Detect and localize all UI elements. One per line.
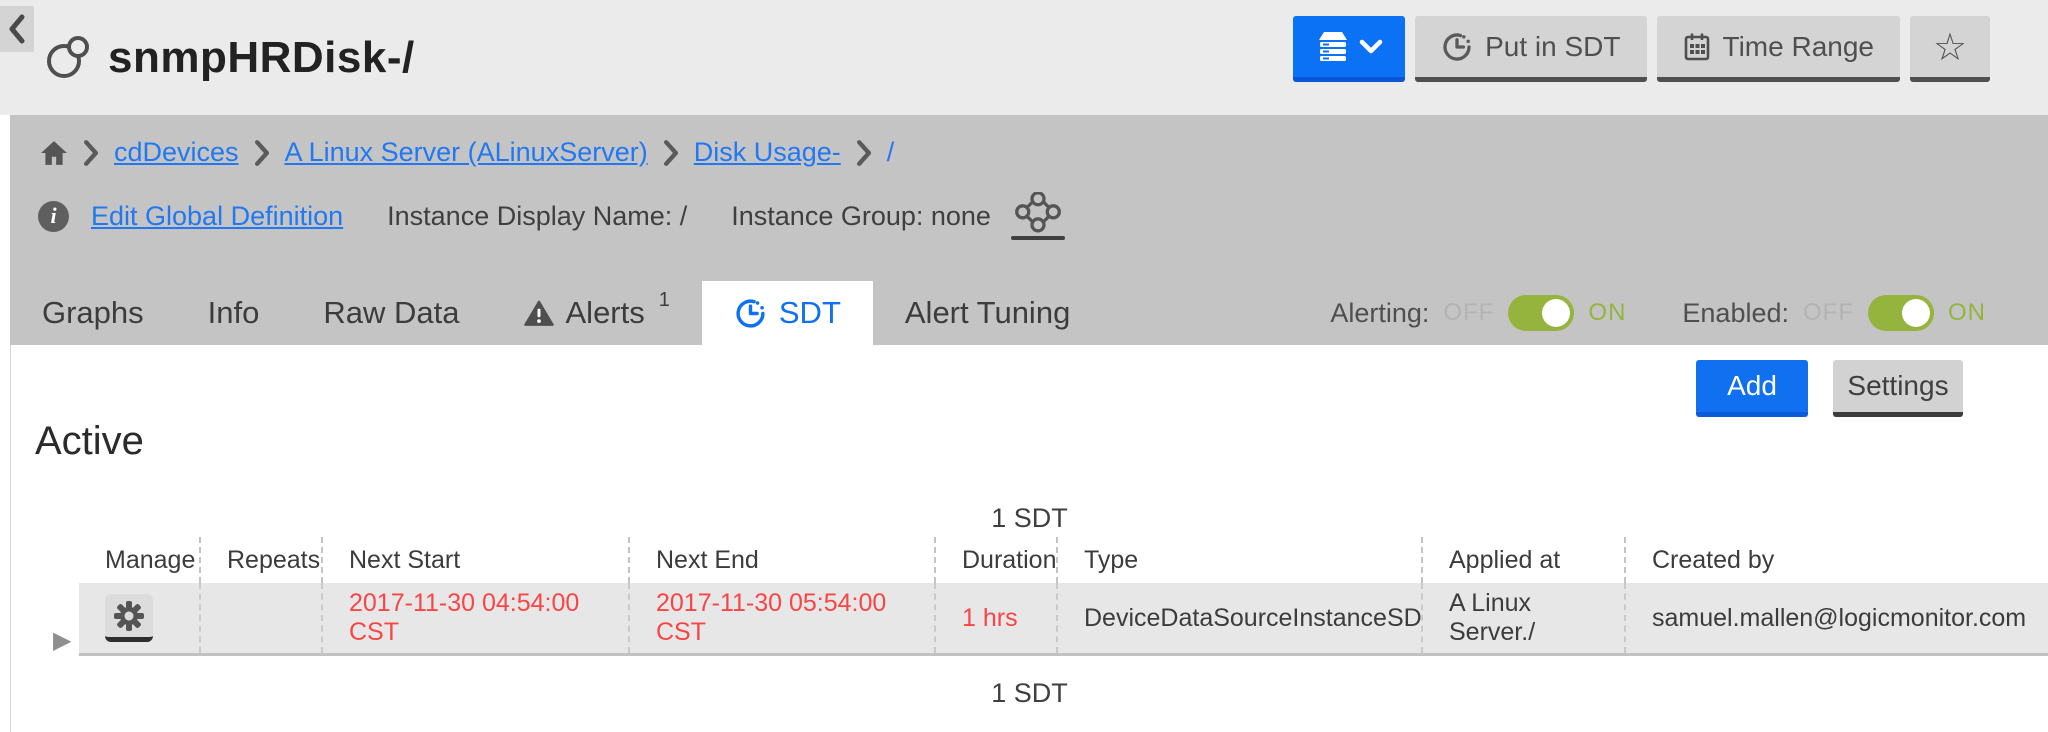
put-in-sdt-button[interactable]: Put in SDT	[1415, 16, 1646, 82]
cell-repeats	[199, 583, 321, 653]
chevron-right-icon	[84, 140, 98, 166]
tab-info[interactable]: Info	[176, 281, 292, 345]
star-icon: ☆	[1933, 28, 1967, 66]
enabled-toggle[interactable]	[1868, 295, 1934, 331]
col-header-repeats: Repeats	[199, 537, 321, 583]
active-section-heading: Active	[35, 419, 144, 464]
col-header-applied-at: Applied at	[1421, 537, 1624, 583]
alerting-toggle-group: Alerting: OFF ON	[1330, 295, 1626, 331]
enabled-toggle-group: Enabled: OFF ON	[1682, 295, 1986, 331]
tab-raw-data[interactable]: Raw Data	[291, 281, 491, 345]
page-title: snmpHRDisk-/	[108, 33, 415, 83]
edit-global-definition-link[interactable]: Edit Global Definition	[91, 201, 343, 232]
enabled-off-text: OFF	[1803, 299, 1854, 327]
device-menu-button[interactable]	[1293, 16, 1405, 82]
alerting-toggle[interactable]	[1508, 295, 1574, 331]
enabled-on-text: ON	[1948, 299, 1986, 327]
cell-next-start: 2017-11-30 04:54:00 CST	[321, 583, 628, 653]
put-in-sdt-label: Put in SDT	[1485, 31, 1620, 63]
alerts-count-badge: 1	[659, 289, 670, 312]
tab-alert-tuning-label: Alert Tuning	[905, 295, 1070, 331]
col-header-duration: Duration	[934, 537, 1056, 583]
breadcrumb-instance[interactable]: /	[887, 137, 895, 168]
sdt-count-bottom: 1 SDT	[11, 678, 2048, 709]
sdt-clock-icon	[1441, 31, 1473, 63]
breadcrumb-device[interactable]: A Linux Server (ALinuxServer)	[285, 137, 648, 168]
instance-icon	[42, 32, 94, 84]
top-bar: snmpHRDisk-/	[0, 0, 2048, 115]
cell-applied-at: A Linux Server./	[1421, 583, 1624, 653]
col-header-type: Type	[1056, 537, 1421, 583]
table-header-row: Manage Repeats Next Start Next End Durat…	[79, 537, 2048, 583]
manage-sdt-button[interactable]	[105, 594, 153, 642]
tab-alerts-label: Alerts	[566, 295, 645, 331]
settings-button[interactable]: Settings	[1833, 360, 1963, 417]
cell-next-end: 2017-11-30 05:54:00 CST	[628, 583, 934, 653]
time-range-label: Time Range	[1723, 31, 1874, 63]
row-expander[interactable]: ▶	[53, 605, 71, 675]
sdt-count-top: 1 SDT	[11, 503, 2048, 534]
time-range-button[interactable]: Time Range	[1657, 16, 1900, 82]
table-row: 2017-11-30 04:54:00 CST 2017-11-30 05:54…	[79, 583, 2048, 656]
sdt-clock-icon	[734, 297, 767, 330]
col-header-next-end: Next End	[628, 537, 934, 583]
tab-raw-data-label: Raw Data	[323, 295, 459, 331]
home-icon[interactable]	[40, 140, 68, 166]
favorite-button[interactable]: ☆	[1910, 16, 1990, 82]
cell-duration: 1 hrs	[934, 583, 1056, 653]
group-icon-underline	[1011, 236, 1065, 240]
tab-alerts[interactable]: Alerts 1	[492, 281, 702, 345]
col-header-next-start: Next Start	[321, 537, 628, 583]
toggle-knob	[1902, 299, 1930, 327]
gear-icon	[112, 599, 146, 633]
alerting-label: Alerting:	[1330, 298, 1429, 329]
chevron-right-icon	[664, 140, 678, 166]
tab-info-label: Info	[208, 295, 260, 331]
server-stack-icon	[1315, 31, 1351, 63]
enabled-label: Enabled:	[1682, 298, 1789, 329]
instance-display-name: Instance Display Name: /	[387, 201, 687, 232]
instance-group: Instance Group: none	[731, 201, 991, 232]
tab-sdt-label: SDT	[779, 295, 841, 331]
back-button[interactable]	[0, 6, 34, 52]
col-header-manage: Manage	[79, 537, 199, 583]
instance-group-edit-button[interactable]	[1011, 192, 1065, 240]
breadcrumb-datasource[interactable]: Disk Usage-	[694, 137, 841, 168]
instance-band: cdDevices A Linux Server (ALinuxServer) …	[10, 115, 2048, 345]
chevron-right-icon	[857, 140, 871, 166]
toggle-area: Alerting: OFF ON Enabled: OFF ON	[1330, 281, 2048, 345]
cell-created-by: samuel.mallen@logicmonitor.com	[1624, 583, 2048, 653]
top-actions: Put in SDT Time Range ☆	[1293, 16, 1990, 82]
chevron-left-icon	[7, 14, 27, 44]
tab-alert-tuning[interactable]: Alert Tuning	[873, 281, 1102, 345]
info-icon: i	[38, 201, 69, 232]
cell-type: DeviceDataSourceInstanceSDT	[1056, 583, 1421, 653]
tab-bar: Graphs Info Raw Data Alerts 1 S	[10, 281, 2048, 345]
add-button[interactable]: Add	[1696, 360, 1808, 417]
sdt-panel: Add Settings Active 1 SDT ▶ Manage Repea…	[10, 345, 2048, 732]
breadcrumb-devices[interactable]: cdDevices	[114, 137, 239, 168]
warning-icon	[524, 300, 554, 327]
calendar-icon	[1683, 32, 1711, 62]
tab-sdt[interactable]: SDT	[702, 281, 873, 345]
alerting-off-text: OFF	[1443, 299, 1494, 327]
alerting-on-text: ON	[1588, 299, 1626, 327]
sdt-actions: Add Settings	[1696, 360, 1963, 417]
col-header-created-by: Created by	[1624, 537, 2048, 583]
cell-manage	[79, 583, 199, 653]
definition-row: i Edit Global Definition Instance Displa…	[10, 168, 2048, 240]
group-icon	[1014, 192, 1062, 236]
tab-graphs-label: Graphs	[42, 295, 144, 331]
sdt-table: ▶ Manage Repeats Next Start Next End Dur…	[79, 537, 2048, 656]
breadcrumb: cdDevices A Linux Server (ALinuxServer) …	[10, 115, 2048, 168]
toggle-knob	[1542, 299, 1570, 327]
chevron-down-icon	[1359, 39, 1383, 55]
chevron-right-icon	[255, 140, 269, 166]
tab-graphs[interactable]: Graphs	[10, 281, 176, 345]
